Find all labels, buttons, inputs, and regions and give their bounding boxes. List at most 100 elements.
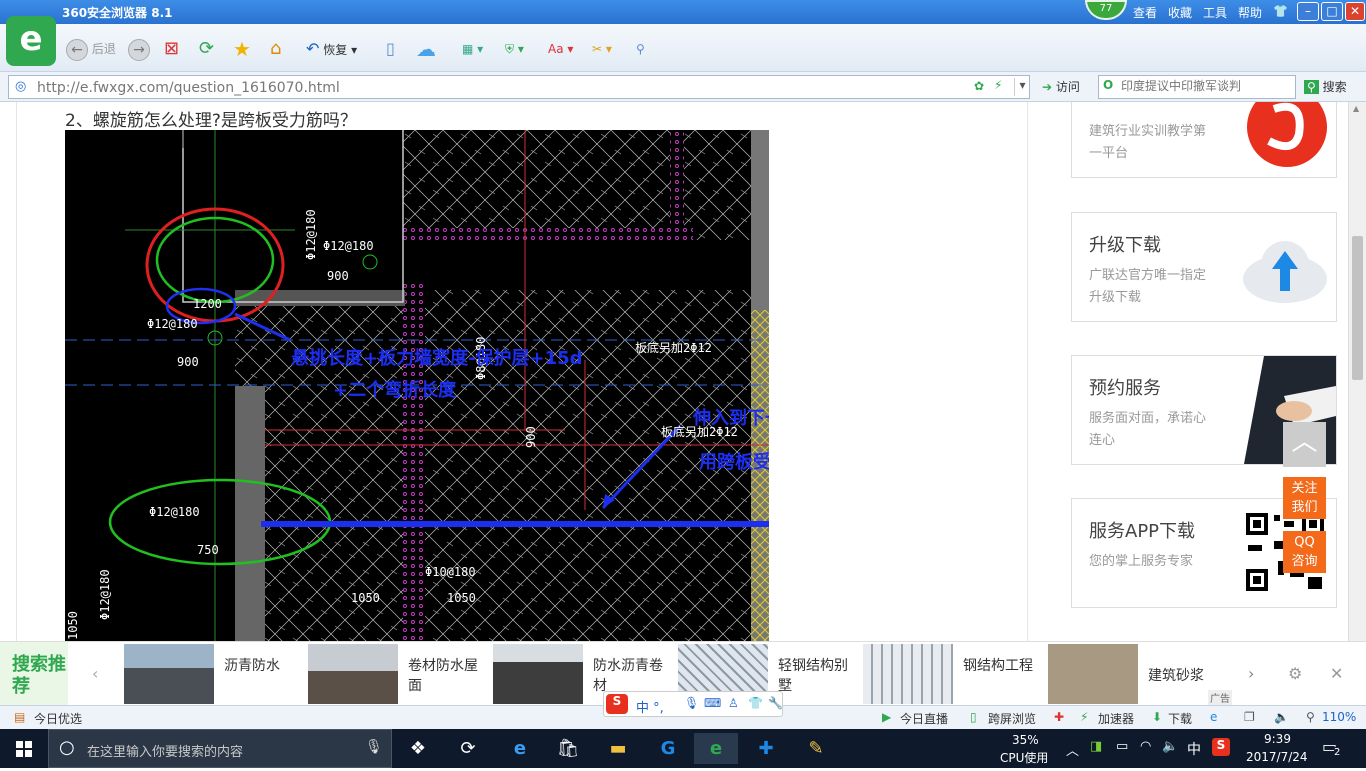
search-input[interactable] <box>1121 79 1291 93</box>
accelerator-icon: ⚡ <box>1080 710 1089 724</box>
close-strip-icon[interactable]: ✕ <box>1330 664 1343 683</box>
cad-label: 板底另加2Φ12 <box>635 340 712 355</box>
search-box[interactable]: O <box>1098 75 1296 99</box>
wrench-icon[interactable]: 🔧 <box>768 696 783 710</box>
sogou-tray-icon[interactable]: S <box>1212 738 1230 756</box>
ad-item[interactable]: 沥青防水 <box>124 642 308 706</box>
url-dropdown-icon[interactable]: ▾ <box>1014 78 1030 96</box>
ad-item[interactable]: 钢结构工程 <box>863 642 1048 706</box>
store-icon[interactable]: 🛍 <box>546 733 590 764</box>
browser-logo-icon[interactable]: e <box>6 16 56 66</box>
task-view-icon[interactable]: ❖ <box>396 733 440 764</box>
speed-icon[interactable]: ⚡ <box>994 78 1002 92</box>
edge-alt-icon[interactable]: ⟳ <box>446 733 490 764</box>
skin-icon[interactable]: 👕 <box>1273 4 1288 18</box>
ad-tag: 广告 <box>1208 690 1232 705</box>
ad-item[interactable]: 建筑砂浆 <box>1048 642 1233 706</box>
settings-gear-icon[interactable]: ⚙ <box>1288 664 1302 683</box>
favorite-star-icon[interactable]: ★ <box>233 36 251 62</box>
keyboard-icon[interactable]: ⌨ <box>704 696 721 710</box>
sidebar-card-upgrade[interactable]: 升级下载 广联达官方唯一指定升级下载 <box>1071 212 1337 322</box>
speaker-icon[interactable]: 🔈 <box>1162 739 1178 754</box>
annotation-text: +二个弯折长度 <box>333 379 457 401</box>
ad-thumbnail <box>1048 644 1138 704</box>
tray-expand-icon[interactable]: ︿ <box>1066 740 1079 759</box>
minimize-button[interactable]: – <box>1297 2 1319 21</box>
url-field[interactable]: ◎ http://e.fwxgx.com/question_1616070.ht… <box>8 75 1030 99</box>
ad-thumbnail <box>308 644 398 704</box>
download-link[interactable]: 下载 <box>1168 710 1192 727</box>
wifi-icon[interactable]: ◠ <box>1140 739 1151 754</box>
restore-button[interactable]: ↶ 恢复 ▾ <box>306 36 357 62</box>
zoom-level[interactable]: 110% <box>1322 710 1356 724</box>
notes-icon[interactable]: ✎ <box>794 733 838 764</box>
score-badge[interactable]: 77 <box>1085 0 1127 20</box>
user-icon[interactable]: ♙ <box>728 696 739 710</box>
scroll-up-icon[interactable]: ▲ <box>1353 104 1359 113</box>
glodon-icon[interactable]: G <box>646 733 690 764</box>
today-pick-link[interactable]: 今日优选 <box>34 710 82 727</box>
ime-toolbar[interactable]: S 中 °, 🎙 ⌨ ♙ 👕 🔧 <box>603 691 783 717</box>
accelerator-link[interactable]: 加速器 <box>1098 710 1134 727</box>
menu-tools[interactable]: 工具 <box>1203 4 1227 21</box>
window-icon[interactable]: ❐ <box>1244 710 1255 724</box>
browser-360-icon[interactable]: e <box>694 733 738 764</box>
scroll-thumb[interactable] <box>1352 236 1363 380</box>
zoom-search-icon[interactable]: ⚲ <box>636 36 645 62</box>
menu-favorites[interactable]: 收藏 <box>1168 4 1192 21</box>
sidebar-card-training[interactable]: 建筑行业实训教学第一平台 <box>1071 102 1337 178</box>
input-language[interactable]: 中 <box>1187 739 1201 759</box>
menu-view[interactable]: 查看 <box>1133 4 1157 21</box>
annotation-text: 伸入到下一个支座 <box>692 407 769 429</box>
file-explorer-icon[interactable]: ▬ <box>596 733 640 764</box>
ie-icon[interactable]: e <box>1210 710 1217 724</box>
battery-icon[interactable]: ▭ <box>1116 739 1128 754</box>
shield-icon[interactable]: ⛨ ▾ <box>505 36 524 62</box>
volume-icon[interactable]: 🔈 <box>1274 710 1289 724</box>
start-button[interactable] <box>0 729 48 768</box>
ad-item[interactable]: 卷材防水屋面 <box>308 642 493 706</box>
mic-icon[interactable]: 🎙 <box>365 739 383 755</box>
back-to-top-button[interactable]: ︿ <box>1283 422 1326 467</box>
apps-icon[interactable]: ▦ ▾ <box>462 36 483 62</box>
ime-mode[interactable]: 中 °, <box>636 697 664 716</box>
edge-icon[interactable]: e <box>498 733 542 764</box>
ad-thumbnail <box>124 644 214 704</box>
clock-date[interactable]: 2017/7/24 <box>1246 750 1308 764</box>
taskbar: ○ 在这里输入你要搜索的内容 🎙 ❖ ⟳ e 🛍 ▬ G e ✚ ✎ 35% C… <box>0 729 1366 768</box>
cloud-icon[interactable]: ☁ <box>416 36 436 62</box>
visit-button[interactable]: ➔ 访问 <box>1042 78 1080 95</box>
back-button[interactable]: ← 后退 <box>66 36 116 62</box>
cad-label: 1050 <box>351 591 380 605</box>
vertical-scrollbar[interactable]: ▲ <box>1348 102 1366 642</box>
plus-app-icon[interactable]: ✚ <box>744 733 788 764</box>
nvidia-icon[interactable]: ◨ <box>1090 739 1102 754</box>
back-arrow-icon: ← <box>66 38 88 61</box>
clock-time[interactable]: 9:39 <box>1264 732 1291 746</box>
phone-icon[interactable]: ▯ <box>386 36 395 62</box>
refresh-icon[interactable]: ⟳ <box>199 36 214 62</box>
follow-us-button[interactable]: 关注我们 <box>1283 477 1326 519</box>
maximize-button[interactable]: □ <box>1321 2 1343 21</box>
translate-icon[interactable]: Aa ▾ <box>548 36 573 62</box>
mic-icon[interactable]: 🎙 <box>684 696 699 710</box>
screenshot-icon[interactable]: ✂ ▾ <box>592 36 612 62</box>
forward-button[interactable]: → <box>128 36 150 62</box>
home-icon[interactable]: ⌂ <box>270 36 281 62</box>
prev-arrow-icon[interactable]: ‹ <box>92 664 98 683</box>
menu-help[interactable]: 帮助 <box>1238 4 1262 21</box>
card-title: 升级下载 <box>1089 235 1161 256</box>
close-button[interactable]: ✕ <box>1345 2 1365 21</box>
today-live-link[interactable]: 今日直播 <box>900 710 948 727</box>
next-arrow-icon[interactable]: › <box>1248 664 1254 683</box>
search-button[interactable]: ⚲ 搜索 <box>1304 78 1347 95</box>
taskbar-search[interactable]: ○ 在这里输入你要搜索的内容 🎙 <box>48 729 392 768</box>
cad-label: Φ10@180 <box>425 565 476 579</box>
stop-icon[interactable]: ⊠ <box>164 36 179 62</box>
plugin-icon[interactable]: ✚ <box>1054 710 1064 724</box>
skin-shirt-icon[interactable]: 👕 <box>748 696 763 710</box>
cross-screen-link[interactable]: 跨屏浏览 <box>988 710 1036 727</box>
page-content: 2、螺旋筋怎么处理?是跨板受力筋吗？ Φ12@180 Φ12@180 Φ12@1… <box>0 102 1366 642</box>
cad-label: 1200 <box>193 297 222 311</box>
qq-consult-button[interactable]: QQ咨询 <box>1283 531 1326 573</box>
